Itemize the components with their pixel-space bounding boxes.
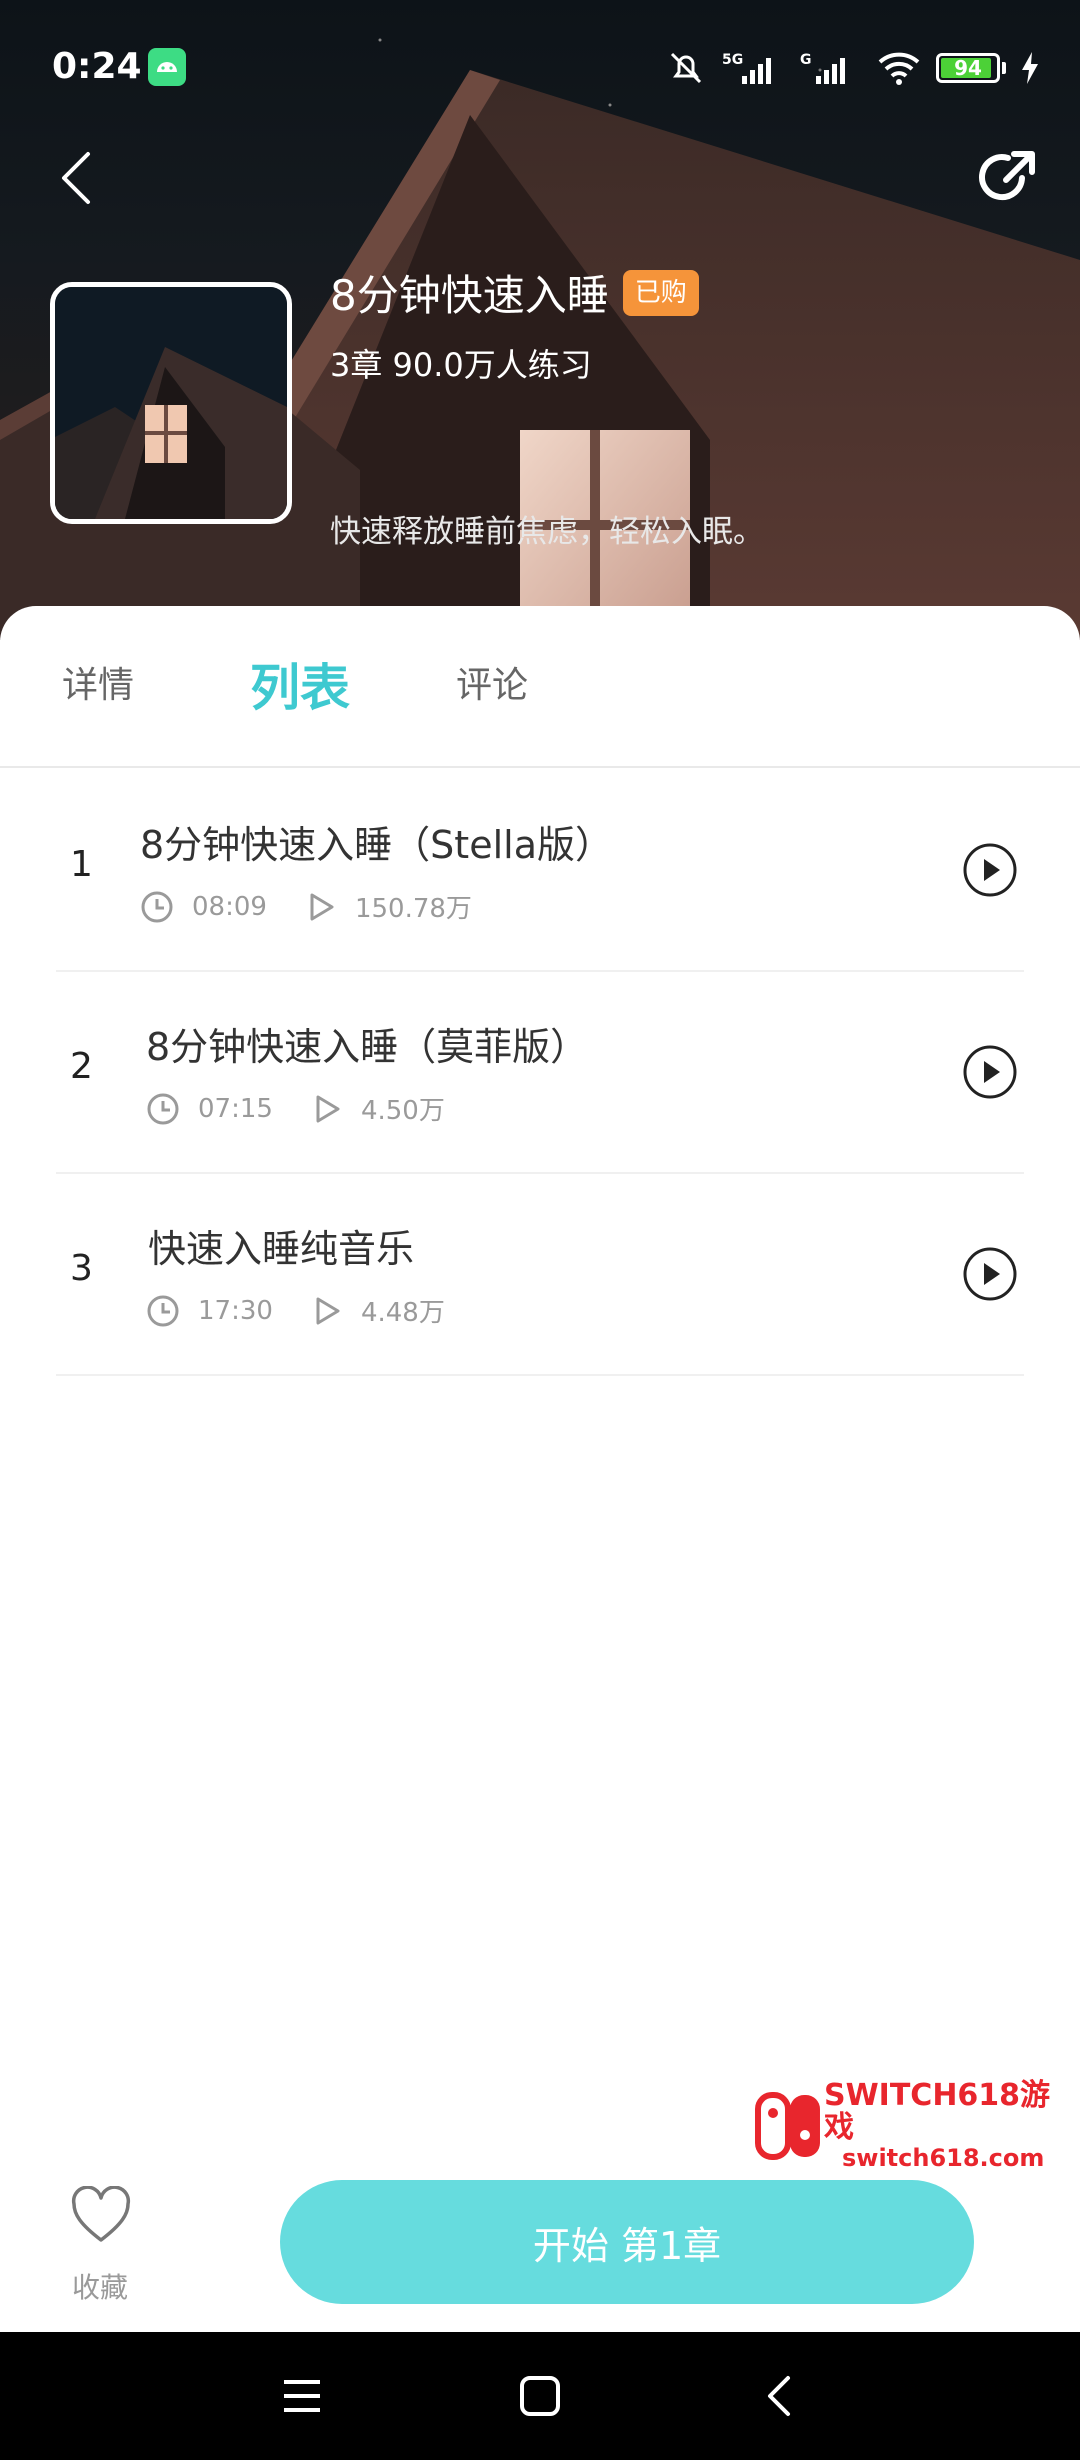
wifi-icon (878, 52, 920, 85)
play-count-icon (310, 893, 334, 920)
track-number: 3 (70, 1248, 93, 1289)
purchased-badge: 已购 (622, 269, 699, 316)
clock-icon (147, 1093, 179, 1124)
album-title-text: 8分钟快速入睡 (330, 271, 609, 320)
album-cover-image (50, 282, 292, 524)
play-button-icon[interactable] (962, 1246, 1018, 1302)
favorite-label[interactable]: 收藏 (72, 2266, 128, 2306)
track-title: 8分钟快速入睡（Stella版） (140, 823, 613, 867)
watermark-line2: switch618.com (841, 2144, 1045, 2172)
album-header: 0:24 5G G 94 8分钟快速入睡 已购 3章 90.0万人练习 快速释放… (0, 0, 1080, 640)
play-count-icon (316, 1095, 340, 1122)
track-duration: 17:30 (198, 1295, 273, 1326)
system-nav-bar (0, 2332, 1080, 2460)
battery-icon: 94 (936, 53, 1000, 83)
status-time: 0:24 (52, 46, 142, 87)
track-number: 2 (70, 1046, 93, 1087)
track-play-count: 150.78万 (354, 894, 472, 924)
tab-list[interactable]: 列表 (250, 648, 350, 720)
switch-logo-icon (754, 2092, 820, 2160)
menu-icon[interactable] (278, 2372, 326, 2420)
content-panel: 详情 列表 评论 1 8分钟快速入睡（Stella版） 08:09 150.78… (0, 606, 1080, 2332)
heart-icon[interactable] (70, 2186, 132, 2246)
play-button-icon[interactable] (962, 842, 1018, 898)
track-play-count: 4.48万 (360, 1298, 445, 1328)
album-title: 8分钟快速入睡 已购 (330, 262, 699, 323)
track-duration: 07:15 (198, 1093, 273, 1124)
battery-level: 94 (954, 56, 982, 80)
tab-details[interactable]: 详情 (62, 656, 134, 708)
signal-5g-icon: 5G (722, 52, 771, 84)
signal-g-icon: G (800, 52, 845, 84)
track-meta: 17:30 4.48万 (146, 1292, 445, 1329)
tab-bar: 详情 列表 评论 (0, 606, 1080, 768)
status-icons: 5G G 94 (666, 46, 1040, 90)
back-arrow-icon[interactable] (56, 148, 96, 208)
status-bar: 0:24 5G G 94 (0, 0, 1080, 130)
svg-text:G: G (800, 52, 812, 68)
watermark-line1: SWITCH618游戏 (823, 2078, 1051, 2145)
track-title: 8分钟快速入睡（莫菲版） (146, 1025, 589, 1069)
track-duration: 08:09 (192, 891, 267, 922)
track-row[interactable]: 3 快速入睡纯音乐 17:30 4.48万 (56, 1174, 1024, 1376)
bell-muted-icon (670, 52, 702, 84)
track-row[interactable]: 1 8分钟快速入睡（Stella版） 08:09 150.78万 (56, 770, 1024, 972)
play-button-icon[interactable] (962, 1044, 1018, 1100)
start-chapter-button[interactable]: 开始 第1章 (280, 2180, 974, 2304)
watermark-logo: SWITCH618游戏 switch618.com (754, 2080, 1080, 2172)
album-description: 快速释放睡前焦虑，轻松入眠。 (330, 514, 764, 550)
nav-back-icon[interactable] (756, 2372, 804, 2420)
album-meta: 3章 90.0万人练习 (330, 346, 592, 384)
charging-icon (1022, 52, 1038, 84)
clock-icon (141, 891, 173, 922)
tab-comments[interactable]: 评论 (456, 656, 528, 708)
home-icon[interactable] (516, 2372, 564, 2420)
share-icon[interactable] (978, 148, 1038, 208)
track-play-count: 4.50万 (360, 1096, 445, 1126)
play-count-icon (316, 1297, 340, 1324)
clock-icon (147, 1295, 179, 1326)
track-row[interactable]: 2 8分钟快速入睡（莫菲版） 07:15 4.50万 (56, 972, 1024, 1174)
track-meta: 08:09 150.78万 (140, 888, 472, 925)
track-title: 快速入睡纯音乐 (148, 1227, 415, 1271)
android-notification-icon (148, 48, 186, 86)
svg-text:5G: 5G (722, 52, 743, 68)
track-meta: 07:15 4.50万 (146, 1090, 445, 1127)
track-number: 1 (70, 844, 93, 885)
